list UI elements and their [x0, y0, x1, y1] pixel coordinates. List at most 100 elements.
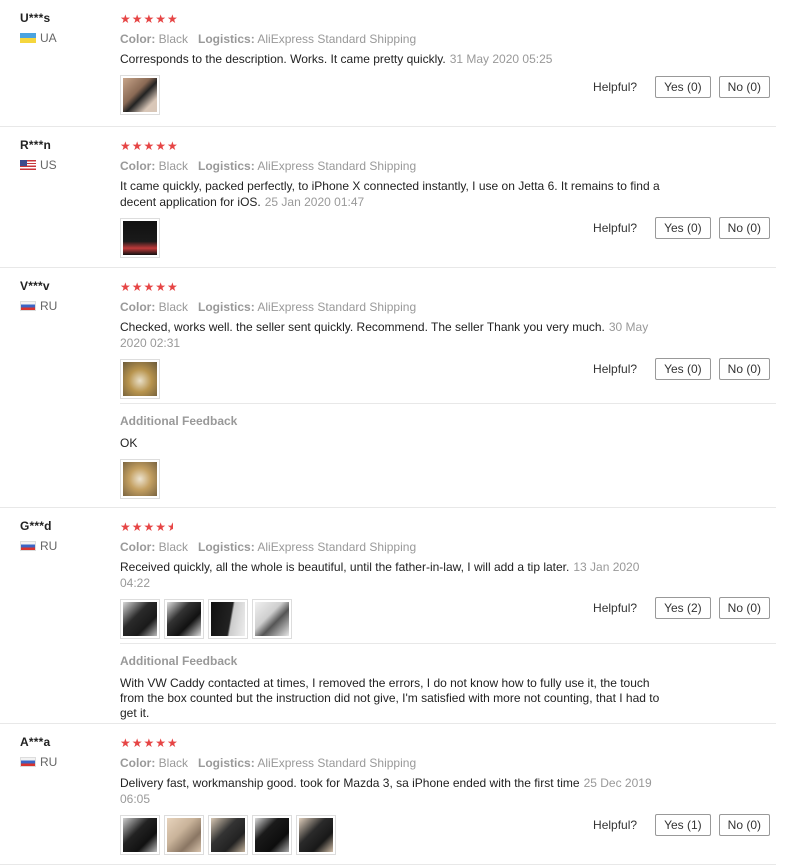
color-label: Color: [120, 300, 156, 314]
review-text: It came quickly, packed perfectly, to iP… [120, 178, 680, 210]
reviewer-info: R***n US [20, 138, 57, 172]
helpful-label: Helpful? [593, 80, 638, 94]
helpful-label: Helpful? [593, 221, 638, 235]
helpful-no-button[interactable]: No (0) [718, 217, 770, 239]
review-text: Corresponds to the description. Works. I… [120, 51, 680, 67]
helpful-label: Helpful? [593, 818, 638, 832]
flag-ru-icon [20, 757, 36, 767]
helpful-no-button[interactable]: No (0) [718, 358, 770, 380]
helpful-no-button[interactable]: No (0) [718, 76, 770, 98]
rating-stars-full: ★★★★ [120, 520, 168, 534]
color-label: Color: [120, 540, 156, 554]
review-item: G***d RU ★★★★★ Color: Black Logistics: Al… [0, 508, 776, 724]
review-photo-thumbnail[interactable] [208, 815, 248, 855]
review-photo-thumbnail[interactable] [164, 815, 204, 855]
review-photo-thumbnail[interactable] [120, 599, 160, 639]
helpful-yes-button[interactable]: Yes (2) [655, 597, 711, 619]
reviewer-country: RU [20, 539, 57, 553]
rating-stars: ★★★★★ [120, 280, 179, 294]
reviewer-name: G***d [20, 519, 52, 533]
helpful-yes-button[interactable]: Yes (0) [655, 358, 711, 380]
rating-stars: ★★★★★ [120, 12, 179, 26]
reviewer-info: A***a RU [20, 735, 57, 769]
review-photo-thumbnail[interactable] [296, 815, 336, 855]
review-item: V***v RU ★★★★★ Color: Black Logistics: Al… [0, 268, 776, 508]
color-label: Color: [120, 32, 156, 46]
divider [0, 864, 776, 865]
review-photo-thumbnail[interactable] [164, 599, 204, 639]
reviewer-name: A***a [20, 735, 51, 749]
logistics-value: AliExpress Standard Shipping [257, 32, 417, 46]
review-photo-thumbnail[interactable] [120, 359, 160, 399]
review-photo-thumbnail[interactable] [120, 459, 160, 499]
review-date: 25 Jan 2020 01:47 [264, 195, 365, 209]
review-meta: Color: Black Logistics: AliExpress Standa… [120, 31, 680, 47]
review-body: Received quickly, all the whole is beaut… [120, 560, 570, 574]
review-photo-thumbnail[interactable] [252, 599, 292, 639]
logistics-label: Logistics: [198, 756, 255, 770]
additional-feedback: Additional Feedback With VW Caddy contac… [120, 643, 776, 721]
helpful-vote: Helpful? Yes (0) No (0) [593, 217, 770, 239]
color-label: Color: [120, 159, 156, 173]
review-meta: Color: Black Logistics: AliExpress Standa… [120, 299, 680, 315]
review-item: R***n US ★★★★★ Color: Black Logistics: Al… [0, 127, 776, 268]
reviewer-country: UA [20, 31, 57, 45]
logistics-label: Logistics: [198, 300, 255, 314]
helpful-yes-button[interactable]: Yes (0) [655, 76, 711, 98]
helpful-no-button[interactable]: No (0) [718, 814, 770, 836]
reviewer-country: RU [20, 299, 57, 313]
additional-feedback-title: Additional Feedback [120, 414, 238, 428]
logistics-value: AliExpress Standard Shipping [257, 300, 417, 314]
color-value: Black [158, 540, 189, 554]
country-code: US [40, 158, 57, 172]
review-photo-thumbnail[interactable] [120, 75, 160, 115]
helpful-vote: Helpful? Yes (0) No (0) [593, 76, 770, 98]
country-code: RU [40, 755, 58, 769]
reviewer-info: G***d RU [20, 519, 57, 553]
reviewer-name: U***s [20, 11, 51, 25]
flag-us-icon [20, 160, 36, 170]
review-text: Delivery fast, workmanship good. took fo… [120, 775, 680, 807]
review-date-cont: 04:22 [120, 576, 151, 590]
review-meta: Color: Black Logistics: AliExpress Standa… [120, 539, 680, 555]
review-body: Checked, works well. the seller sent qui… [120, 320, 605, 334]
review-text: Checked, works well. the seller sent qui… [120, 319, 680, 351]
flag-ru-icon [20, 301, 36, 311]
review-photo-thumbnail[interactable] [252, 815, 292, 855]
color-value: Black [158, 32, 189, 46]
country-code: RU [40, 539, 58, 553]
helpful-vote: Helpful? Yes (2) No (0) [593, 597, 770, 619]
helpful-yes-button[interactable]: Yes (0) [655, 217, 711, 239]
review-body: Corresponds to the description. Works. I… [120, 52, 446, 66]
review-photo-thumbnail[interactable] [120, 218, 160, 258]
reviewer-info: V***v RU [20, 279, 57, 313]
logistics-label: Logistics: [198, 540, 255, 554]
review-meta: Color: Black Logistics: AliExpress Standa… [120, 755, 680, 771]
review-photo-thumbnail[interactable] [120, 815, 160, 855]
review-date: 31 May 2020 05:25 [449, 52, 553, 66]
reviewer-info: U***s UA [20, 11, 57, 45]
flag-ua-icon [20, 33, 36, 43]
review-body: Delivery fast, workmanship good. took fo… [120, 776, 580, 790]
color-value: Black [158, 300, 189, 314]
helpful-no-button[interactable]: No (0) [718, 597, 770, 619]
logistics-value: AliExpress Standard Shipping [257, 756, 417, 770]
rating-stars: ★★★★★ [120, 736, 179, 750]
review-date: 13 Jan 2020 [573, 560, 640, 574]
logistics-label: Logistics: [198, 32, 255, 46]
review-item: A***a RU ★★★★★ Color: Black Logistics: Al… [0, 724, 776, 867]
logistics-value: AliExpress Standard Shipping [257, 540, 417, 554]
country-code: RU [40, 299, 58, 313]
logistics-label: Logistics: [198, 159, 255, 173]
review-date: 25 Dec 2019 [583, 776, 652, 790]
helpful-yes-button[interactable]: Yes (1) [655, 814, 711, 836]
review-date-cont: 06:05 [120, 792, 151, 806]
review-photo-thumbnail[interactable] [208, 599, 248, 639]
helpful-vote: Helpful? Yes (1) No (0) [593, 814, 770, 836]
color-value: Black [158, 159, 189, 173]
additional-feedback-title: Additional Feedback [120, 654, 238, 668]
color-label: Color: [120, 756, 156, 770]
reviewer-name: R***n [20, 138, 52, 152]
logistics-value: AliExpress Standard Shipping [257, 159, 417, 173]
color-value: Black [158, 756, 189, 770]
